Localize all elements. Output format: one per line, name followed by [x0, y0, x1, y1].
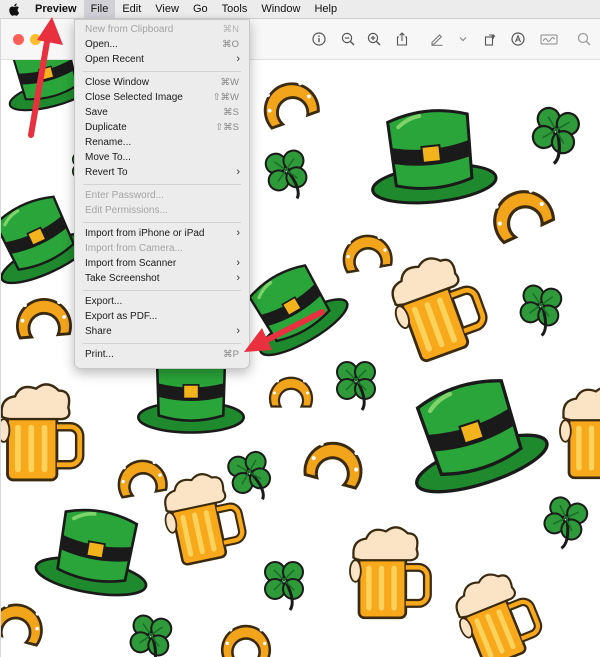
- arrow-up-icon: [28, 17, 63, 138]
- arrow-left-icon: [244, 309, 325, 352]
- annotation-arrows: [28, 17, 325, 352]
